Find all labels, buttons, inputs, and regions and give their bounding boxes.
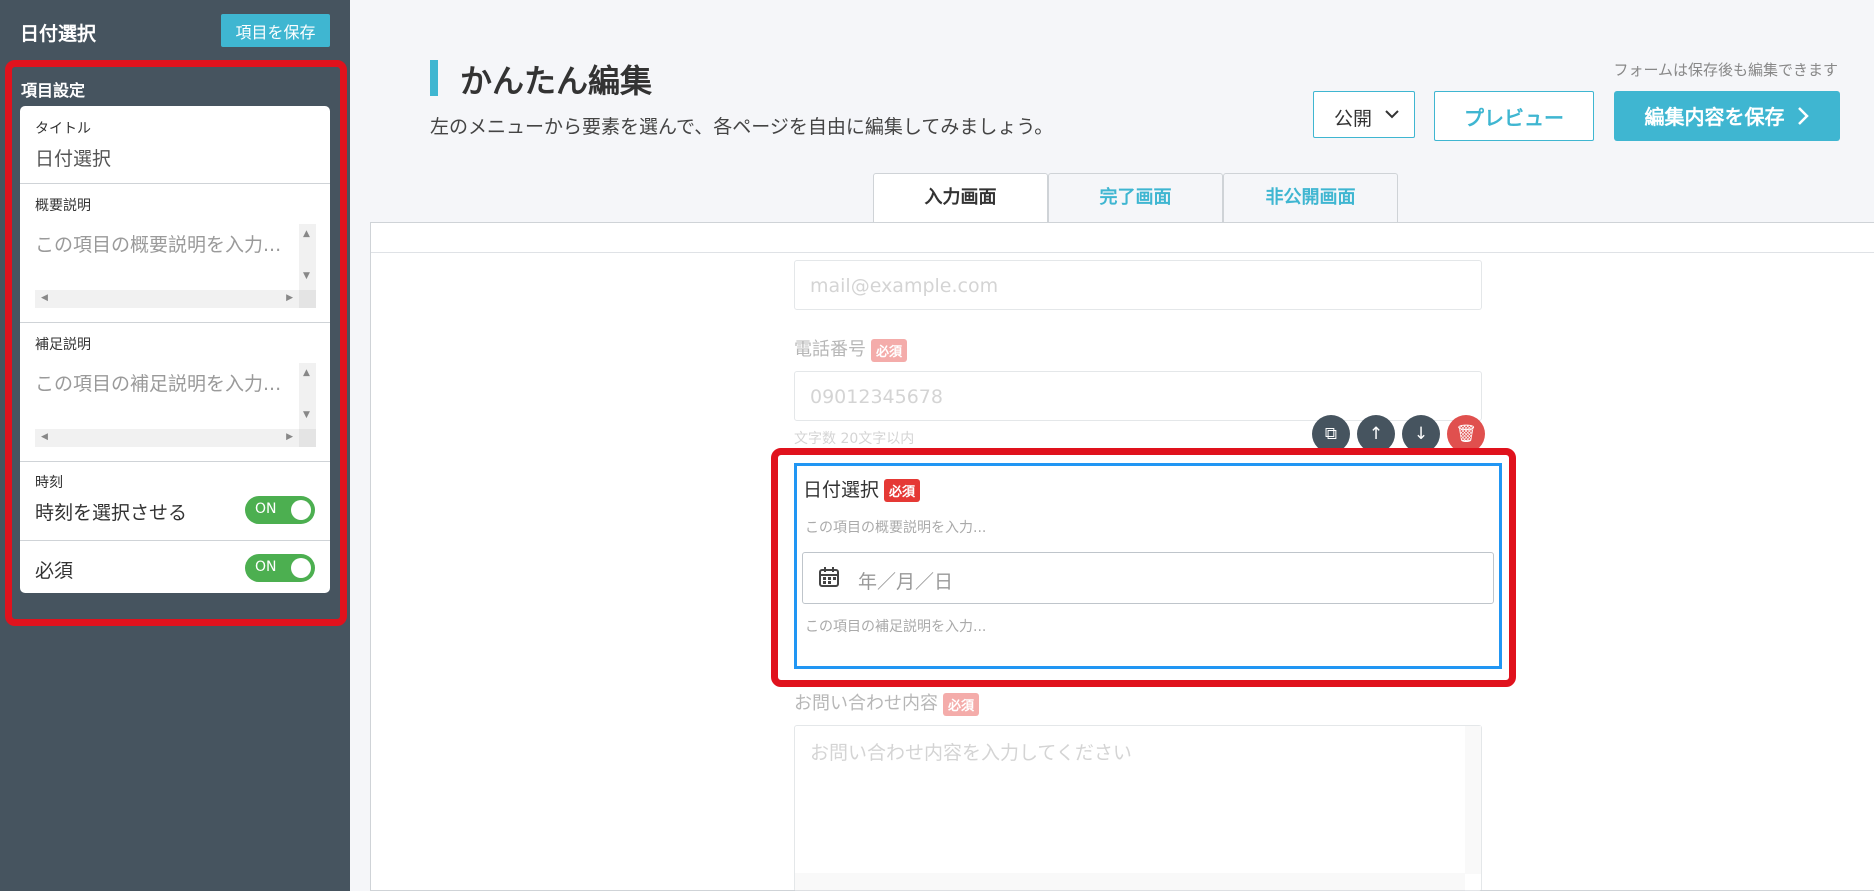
page-subtitle: 左のメニューから要素を選んで、各ページを自由に編集してみましょう。 [430, 116, 1054, 138]
item-settings-panel: タイトル 日付選択 概要説明 この項目の概要説明を入力... ▲ ▼ ◀ ▶ 補… [20, 106, 330, 593]
time-toggle-text: ON [255, 501, 277, 517]
sidebar-title: 日付選択 [20, 23, 97, 45]
summary-placeholder: この項目の概要説明を入力... [35, 234, 282, 256]
page-title: かんたん編集 [460, 62, 653, 100]
required-badge: 必須 [943, 692, 980, 716]
toggle-knob [291, 500, 311, 520]
date-label-text: 日付選択 [803, 479, 880, 501]
scroll-down-icon[interactable]: ▼ [303, 411, 310, 420]
time-toggle[interactable]: ON [245, 496, 315, 524]
sidebar: 日付選択 項目を保存 項目設定 タイトル 日付選択 概要説明 この項目の概要説明… [0, 0, 350, 891]
scroll-up-icon[interactable]: ▲ [303, 230, 310, 239]
resize-handle-icon[interactable] [299, 429, 316, 447]
resize-handle-icon[interactable] [299, 290, 316, 308]
date-label: 日付選択 必須 [803, 475, 921, 502]
supplement-field: 補足説明 この項目の補足説明を入力... ▲ ▼ ◀ ▶ [20, 323, 330, 462]
required-field: 必須 ON [20, 541, 330, 593]
publish-select[interactable]: 公開 [1313, 91, 1415, 138]
inquiry-label: お問い合わせ内容 必須 [794, 689, 980, 716]
title-field-value[interactable]: 日付選択 [35, 144, 111, 171]
tab-complete-screen[interactable]: 完了画面 [1048, 173, 1223, 223]
save-note: フォームは保存後も編集できます [1613, 61, 1838, 79]
summary-textarea[interactable]: この項目の概要説明を入力... ▲ ▼ ◀ ▶ [35, 224, 316, 308]
chevron-right-icon [1797, 106, 1810, 131]
title-accent-bar [430, 60, 438, 96]
canvas-divider [371, 252, 1874, 253]
form-canvas: mail@example.com 電話番号 必須 09012345678 文字数 … [370, 222, 1874, 891]
date-input[interactable]: 年／月／日 [802, 552, 1494, 604]
supplement-textarea[interactable]: この項目の補足説明を入力... ▲ ▼ ◀ ▶ [35, 363, 316, 447]
horizontal-scrollbar[interactable]: ◀ ▶ [35, 290, 299, 308]
item-settings-label: 項目設定 [21, 81, 86, 100]
date-summary: この項目の概要説明を入力... [805, 520, 987, 536]
date-supplement: この項目の補足説明を入力... [805, 619, 987, 635]
preview-button[interactable]: プレビュー [1434, 91, 1594, 141]
save-changes-label: 編集内容を保存 [1644, 105, 1785, 129]
save-item-button[interactable]: 項目を保存 [221, 14, 330, 47]
scroll-right-icon[interactable]: ▶ [286, 433, 293, 442]
vertical-scrollbar[interactable]: ▲ ▼ [299, 363, 316, 429]
scroll-up-icon[interactable]: ▲ [303, 369, 310, 378]
inquiry-label-text: お問い合わせ内容 [794, 693, 938, 714]
required-toggle-text: ON [255, 559, 277, 575]
toggle-knob [291, 558, 311, 578]
time-option-label: 時刻を選択させる [35, 502, 188, 524]
phone-label: 電話番号 必須 [794, 335, 908, 362]
required-badge: 必須 [884, 479, 921, 502]
tab-private-screen[interactable]: 非公開画面 [1223, 173, 1398, 223]
date-placeholder: 年／月／日 [858, 571, 954, 593]
title-field[interactable]: タイトル 日付選択 [20, 106, 330, 184]
phone-placeholder: 09012345678 [810, 386, 943, 408]
publish-select-value: 公開 [1334, 108, 1373, 130]
supplement-field-label: 補足説明 [35, 337, 91, 353]
vertical-scrollbar[interactable]: ▲ ▼ [299, 224, 316, 290]
time-field: 時刻 時刻を選択させる ON [20, 462, 330, 541]
inquiry-textarea[interactable]: お問い合わせ内容を入力してください [794, 725, 1482, 891]
required-toggle[interactable]: ON [245, 554, 315, 582]
supplement-placeholder: この項目の補足説明を入力... [35, 373, 282, 395]
date-selection-item[interactable]: 日付選択 必須 この項目の概要説明を入力... 年／月／日 この項目の補足説明を入… [794, 463, 1502, 669]
summary-field-label: 概要説明 [35, 198, 91, 214]
inquiry-placeholder: お問い合わせ内容を入力してください [810, 742, 1132, 764]
main-area: かんたん編集 左のメニューから要素を選んで、各ページを自由に編集してみましょう。… [350, 0, 1874, 891]
email-field[interactable]: mail@example.com [794, 260, 1482, 310]
time-field-label: 時刻 [35, 475, 63, 491]
horizontal-scrollbar[interactable] [795, 873, 1465, 891]
scroll-left-icon[interactable]: ◀ [41, 433, 48, 442]
vertical-scrollbar[interactable] [1465, 726, 1481, 874]
summary-field: 概要説明 この項目の概要説明を入力... ▲ ▼ ◀ ▶ [20, 184, 330, 323]
title-field-label: タイトル [35, 121, 91, 137]
email-placeholder: mail@example.com [810, 275, 999, 297]
phone-hint: 文字数 20文字以内 [794, 431, 915, 447]
phone-label-text: 電話番号 [794, 339, 866, 360]
scroll-left-icon[interactable]: ◀ [41, 294, 48, 303]
phone-field[interactable]: 09012345678 [794, 371, 1482, 421]
save-changes-button[interactable]: 編集内容を保存 [1614, 91, 1840, 141]
required-label: 必須 [35, 560, 74, 582]
required-badge: 必須 [871, 338, 908, 362]
horizontal-scrollbar[interactable]: ◀ ▶ [35, 429, 299, 447]
tab-input-screen[interactable]: 入力画面 [873, 173, 1048, 224]
calendar-icon [818, 566, 840, 592]
scroll-right-icon[interactable]: ▶ [286, 294, 293, 303]
scroll-down-icon[interactable]: ▼ [303, 272, 310, 281]
chevron-down-icon [1384, 101, 1400, 134]
